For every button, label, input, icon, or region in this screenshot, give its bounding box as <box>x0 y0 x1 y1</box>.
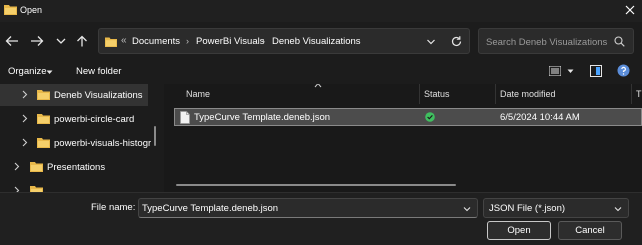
breadcrumb-separator[interactable]: › <box>262 36 265 46</box>
chevron-right-icon[interactable] <box>22 90 28 99</box>
column-label: Status <box>424 89 450 99</box>
open-button[interactable]: Open <box>487 221 551 240</box>
column-header-date-modified[interactable]: Date modified <box>496 84 632 104</box>
breadcrumb-deneb-visualizations[interactable]: Deneb Visualizations <box>272 36 361 47</box>
column-header-type[interactable]: T <box>632 84 642 104</box>
sidebar-item-deneb-visualizations[interactable]: Deneb Visualizations <box>0 84 148 106</box>
search-icon[interactable] <box>614 36 625 47</box>
sidebar-item-partial[interactable] <box>0 180 148 192</box>
chevron-down-icon[interactable] <box>463 206 471 212</box>
breadcrumb-powerbi-visuals[interactable]: PowerBi Visuals <box>196 36 264 47</box>
folder-icon <box>37 90 50 100</box>
sidebar-item-label: Presentations <box>47 162 106 173</box>
title-bar: Open <box>0 0 642 22</box>
breadcrumb-separator[interactable]: › <box>186 36 189 46</box>
column-header-name[interactable]: Name <box>182 84 420 104</box>
breadcrumb-documents[interactable]: Documents <box>132 36 180 47</box>
search-box[interactable]: Search Deneb Visualizations <box>478 28 634 54</box>
folder-icon <box>37 114 50 124</box>
chevron-right-icon[interactable] <box>22 114 28 123</box>
file-name-input[interactable]: TypeCurve Template.deneb.json <box>138 198 478 218</box>
file-icon <box>180 111 190 124</box>
file-date-modified: 6/5/2024 10:44 AM <box>500 112 580 123</box>
file-list: Name Status Date modified T TypeCurve Te… <box>164 84 642 192</box>
help-icon[interactable] <box>617 64 630 77</box>
sidebar-item-label: powerbi-circle-card <box>54 114 135 125</box>
organize-button[interactable]: Organize <box>8 66 47 77</box>
sidebar-item-label: Deneb Visualizations <box>54 90 143 101</box>
synced-status-icon <box>425 112 435 122</box>
chevron-right-icon[interactable] <box>14 162 20 171</box>
chevron-down-icon[interactable] <box>614 206 622 212</box>
back-arrow-icon[interactable] <box>5 35 19 47</box>
navigation-pane: Deneb Visualizations powerbi-circle-card… <box>0 84 164 192</box>
chevron-right-icon[interactable] <box>22 138 28 147</box>
column-label: Name <box>186 89 211 99</box>
navigation-bar: « Documents › PowerBi Visuals › Deneb Vi… <box>0 22 642 60</box>
sidebar-scrollbar[interactable] <box>154 126 156 146</box>
file-type-value[interactable]: JSON File (*.json) <box>489 203 565 214</box>
chevron-down-icon[interactable] <box>426 38 436 46</box>
sidebar-item-presentations[interactable]: Presentations <box>0 156 148 178</box>
table-row[interactable]: TypeCurve Template.deneb.json 6/5/2024 1… <box>174 108 642 126</box>
file-name-label: File name: <box>91 202 136 213</box>
window-title: Open <box>20 5 43 15</box>
cancel-button[interactable]: Cancel <box>558 221 622 240</box>
folder-icon <box>30 186 43 192</box>
chevron-down-icon[interactable] <box>54 35 68 47</box>
column-label: Date modified <box>500 89 556 99</box>
sort-ascending-icon <box>314 84 322 88</box>
column-header-status[interactable]: Status <box>420 84 496 104</box>
up-arrow-icon[interactable] <box>75 35 89 47</box>
refresh-icon[interactable] <box>450 35 463 48</box>
forward-arrow-icon[interactable] <box>30 35 44 47</box>
overflow-chevron[interactable]: « <box>121 35 127 46</box>
folder-icon <box>30 162 43 172</box>
sidebar-item-powerbi-visuals-histogr[interactable]: powerbi-visuals-histogr <box>0 132 152 154</box>
file-name-value[interactable]: TypeCurve Template.deneb.json <box>142 203 278 214</box>
file-type-select[interactable]: JSON File (*.json) <box>483 198 629 218</box>
preview-pane-icon[interactable] <box>590 65 602 77</box>
chevron-down-icon[interactable] <box>46 70 53 75</box>
view-list-icon[interactable] <box>549 66 561 76</box>
file-name: TypeCurve Template.deneb.json <box>194 112 331 123</box>
folder-icon <box>37 138 50 148</box>
command-toolbar: Organize New folder <box>0 60 642 84</box>
close-icon[interactable] <box>623 3 637 17</box>
folder-app-icon <box>4 5 17 15</box>
chevron-down-icon[interactable] <box>567 69 574 74</box>
search-placeholder[interactable]: Search Deneb Visualizations <box>486 37 607 48</box>
new-folder-button[interactable]: New folder <box>76 66 121 77</box>
folder-icon <box>105 37 117 47</box>
address-bar[interactable]: « Documents › PowerBi Visuals › Deneb Vi… <box>98 28 470 54</box>
column-label: T <box>636 89 642 99</box>
sidebar-item-powerbi-circle-card[interactable]: powerbi-circle-card <box>0 108 148 130</box>
sidebar-item-label: powerbi-visuals-histogr <box>54 138 152 149</box>
horizontal-scrollbar[interactable] <box>176 184 456 186</box>
dialog-footer: File name: TypeCurve Template.deneb.json… <box>0 192 642 245</box>
